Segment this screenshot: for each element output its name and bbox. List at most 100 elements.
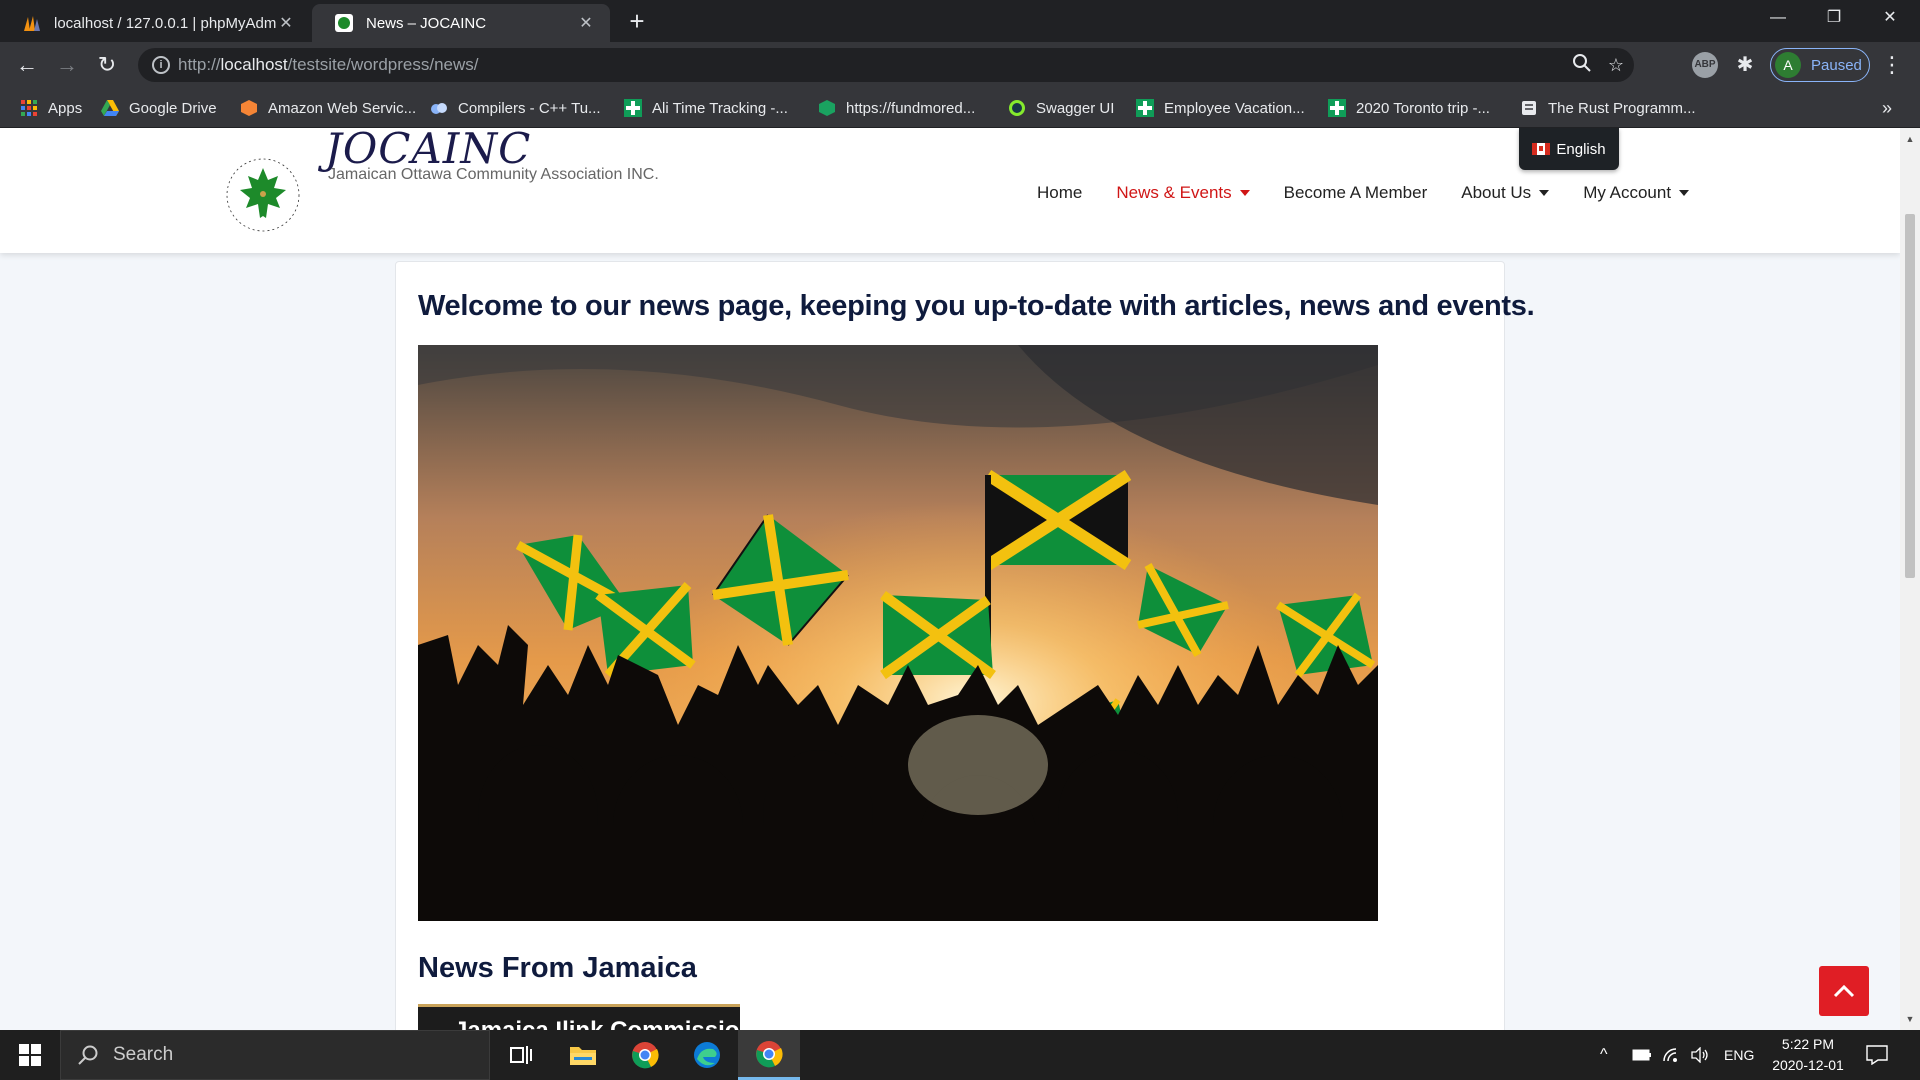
nav-label: News & Events (1116, 183, 1232, 202)
address-bar[interactable]: i http://localhost/testsite/wordpress/ne… (138, 48, 1634, 82)
main-navigation: Home News & Events Become A Member About… (1037, 178, 1723, 208)
nav-my-account[interactable]: My Account (1583, 178, 1690, 208)
minimize-icon[interactable]: — (1750, 0, 1806, 36)
back-icon[interactable]: ← (12, 50, 42, 80)
show-hidden-icons-icon[interactable]: ^ (1600, 1030, 1608, 1080)
wifi-icon[interactable] (1662, 1030, 1682, 1080)
battery-icon[interactable] (1632, 1030, 1652, 1080)
bookmark-swagger[interactable]: Swagger UI (1008, 88, 1114, 128)
bookmark-google-drive[interactable]: Google Drive (101, 88, 217, 128)
fundmore-site-icon (819, 100, 835, 116)
clock-time: 5:22 PM (1781, 1036, 1835, 1052)
bookmark-rust-book[interactable]: The Rust Programm... (1520, 88, 1696, 128)
page-viewport: JOCAINC Jamaican Ottawa Community Associ… (0, 128, 1920, 1030)
taskbar-chrome-active[interactable] (738, 1030, 800, 1080)
nav-news-events[interactable]: News & Events (1116, 178, 1250, 208)
browser-menu-icon[interactable]: ⋮ (1880, 50, 1904, 80)
bookmark-toronto-trip[interactable]: 2020 Toronto trip -... (1328, 88, 1490, 128)
windows-taskbar: Search ^ ENG 5:22 PM 2020-12-01 (0, 1030, 1920, 1080)
jamaica-flag (595, 582, 696, 678)
bookmark-star-icon[interactable]: ☆ (1604, 53, 1628, 77)
compilers-site-icon (431, 103, 447, 114)
taskbar-chrome[interactable] (614, 1030, 676, 1080)
apps-grid-icon (21, 100, 37, 116)
url-text[interactable]: http://localhost/testsite/wordpress/news… (178, 48, 479, 82)
bookmark-label: Google Drive (129, 99, 217, 117)
caret-down-icon (1239, 190, 1250, 196)
bookmark-label: Employee Vacation... (1164, 99, 1305, 117)
language-label: English (1556, 140, 1606, 158)
caret-down-icon (1539, 190, 1550, 196)
notifications-icon[interactable] (1866, 1030, 1888, 1080)
nav-label: About Us (1461, 183, 1532, 202)
chevron-up-icon (1833, 984, 1855, 998)
jocainc-logo[interactable] (222, 154, 304, 236)
volume-icon[interactable] (1690, 1030, 1710, 1080)
profile-button[interactable]: A Paused (1770, 48, 1870, 82)
magnifier-icon (1573, 54, 1591, 72)
task-view-button[interactable] (490, 1030, 552, 1080)
new-tab-button[interactable]: + (622, 6, 652, 36)
bookmark-label: Compilers - C++ Tu... (458, 99, 601, 117)
back-to-top-button[interactable] (1819, 966, 1869, 1016)
bookmark-label: 2020 Toronto trip -... (1356, 99, 1490, 117)
sheets-plus-icon (1328, 99, 1346, 117)
tab-news-jocainc[interactable]: News – JOCAINC ✕ (312, 4, 610, 42)
bookmark-label: Ali Time Tracking -... (652, 99, 788, 117)
site-header: JOCAINC Jamaican Ottawa Community Associ… (0, 128, 1900, 253)
sheets-plus-icon (1136, 99, 1154, 117)
chrome-icon (632, 1042, 659, 1069)
tab-title: News – JOCAINC (366, 14, 487, 32)
browser-tab-bar: localhost / 127.0.0.1 | phpMyAdmin ✕ New… (0, 0, 1920, 42)
nav-label: Home (1037, 183, 1083, 202)
site-info-icon[interactable]: i (152, 56, 170, 74)
aws-cube-icon (241, 100, 257, 116)
language-switcher[interactable]: English (1519, 128, 1619, 170)
extensions-puzzle-icon[interactable]: ✱ (1732, 52, 1758, 78)
nav-label: My Account (1583, 183, 1672, 202)
forward-icon[interactable]: → (52, 50, 82, 80)
site-tagline: Jamaican Ottawa Community Association IN… (328, 166, 659, 183)
restore-icon[interactable]: ❐ (1806, 0, 1862, 36)
bookmark-label: Swagger UI (1036, 99, 1115, 117)
page-scrollbar[interactable]: ▲ ▼ (1900, 128, 1920, 1030)
scrollbar-thumb[interactable] (1905, 214, 1915, 578)
bookmark-label: The Rust Programm... (1548, 99, 1696, 117)
windows-logo-icon (19, 1044, 41, 1066)
close-tab-icon[interactable]: ✕ (276, 13, 296, 33)
windows-start-button[interactable] (0, 1030, 60, 1080)
page-title: Welcome to our news page, keeping you up… (418, 290, 1535, 322)
nav-about-us[interactable]: About Us (1461, 178, 1550, 208)
taskbar-edge[interactable] (676, 1030, 738, 1080)
scroll-down-icon[interactable]: ▼ (1900, 1014, 1920, 1024)
zoom-search-icon[interactable] (1570, 53, 1594, 77)
taskbar-search[interactable]: Search (60, 1030, 490, 1080)
scroll-up-icon[interactable]: ▲ (1900, 134, 1920, 144)
tab-phpmyadmin[interactable]: localhost / 127.0.0.1 | phpMyAdmin ✕ (0, 4, 310, 42)
bookmark-employee-vacation[interactable]: Employee Vacation... (1136, 88, 1305, 128)
jocainc-favicon-icon (335, 14, 353, 32)
bookmark-time-tracking[interactable]: Ali Time Tracking -... (624, 88, 788, 128)
bookmark-compilers[interactable]: Compilers - C++ Tu... (430, 88, 601, 128)
taskbar-file-explorer[interactable] (552, 1030, 614, 1080)
input-language[interactable]: ENG (1724, 1030, 1754, 1080)
jamaica-flag (880, 590, 996, 680)
news-thumbnail[interactable]: Jamaica Ilink Commission (418, 1004, 740, 1030)
bookmark-apps[interactable]: Apps (20, 88, 82, 128)
bookmarks-bar: Apps Google Drive Amazon Web Servic... C… (0, 88, 1920, 128)
content-card: Welcome to our news page, keeping you up… (395, 261, 1535, 1030)
bookmark-label: Apps (48, 99, 83, 117)
system-clock[interactable]: 5:22 PM 2020-12-01 (1758, 1034, 1858, 1076)
adblock-extension-icon[interactable]: ABP (1692, 52, 1718, 78)
bookmark-fundmore[interactable]: https://fundmored... (818, 88, 975, 128)
bookmark-aws[interactable]: Amazon Web Servic... (240, 88, 416, 128)
close-tab-icon[interactable]: ✕ (576, 13, 596, 33)
reload-icon[interactable]: ↻ (92, 50, 122, 80)
nav-become-member[interactable]: Become A Member (1284, 178, 1428, 208)
close-window-icon[interactable]: ✕ (1862, 0, 1918, 36)
thumbnail-caption: Jamaica Ilink Commission (418, 1007, 740, 1030)
nav-home[interactable]: Home (1037, 178, 1082, 208)
more-bookmarks-icon[interactable]: » (1882, 88, 1892, 128)
profile-status: Paused (1811, 56, 1862, 74)
clock-date: 2020-12-01 (1772, 1057, 1844, 1073)
